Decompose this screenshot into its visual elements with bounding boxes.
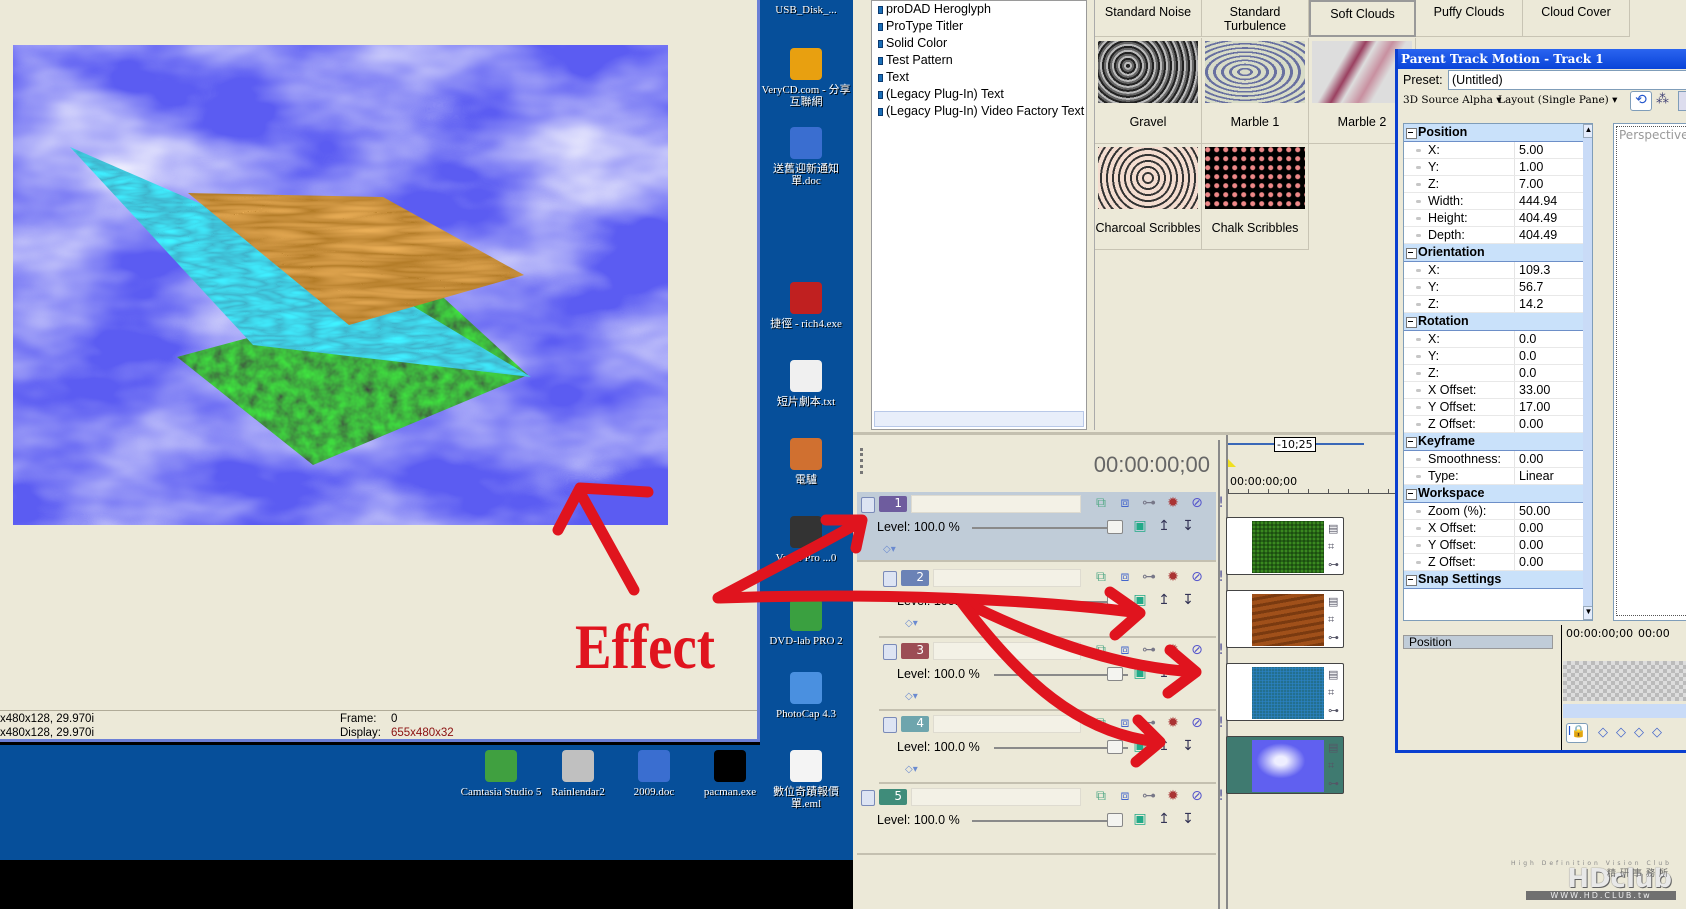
annotation-arrow-preview [552, 482, 654, 596]
annotation-effect-text: Effect [575, 611, 716, 682]
red-annotation-layer: Effect [552, 482, 1202, 768]
annotation-arrow-track2 [714, 586, 1146, 641]
annotation-arrow-track1 [712, 514, 868, 604]
